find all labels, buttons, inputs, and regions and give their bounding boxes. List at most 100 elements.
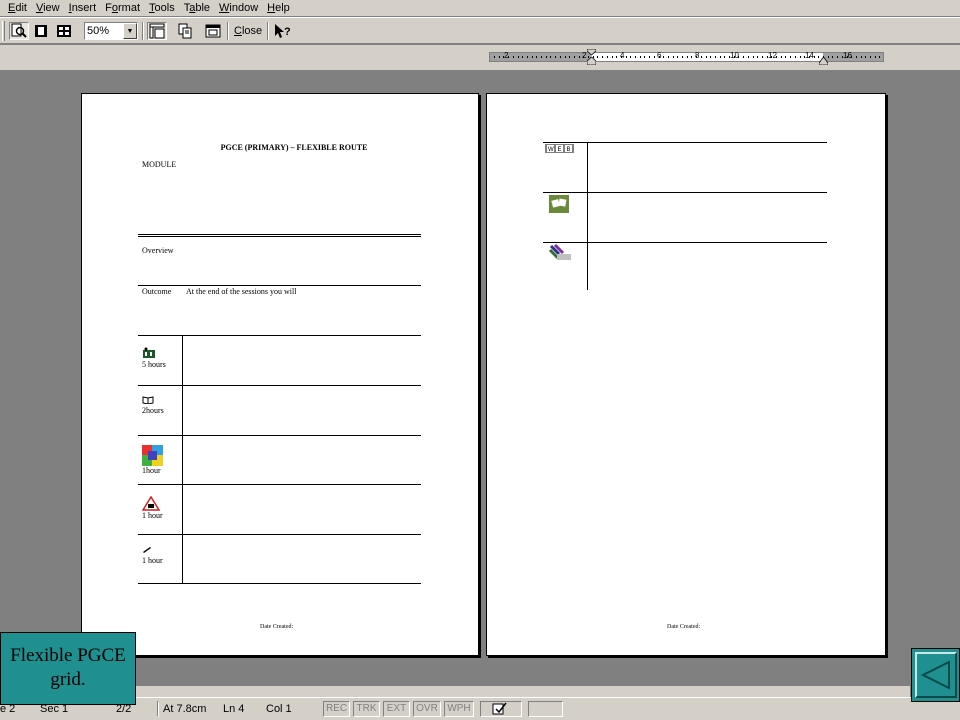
ruler-tick (541, 56, 542, 58)
ruler-tick (827, 56, 829, 58)
ruler-tick (531, 56, 533, 58)
ruler-tick (710, 56, 712, 58)
close-preview-button[interactable]: Close (232, 22, 264, 40)
ruler-tick (658, 56, 660, 58)
status-trk[interactable]: TRK (353, 701, 380, 717)
svg-text:?: ? (284, 26, 291, 38)
access-key-letter: W (219, 2, 230, 14)
row-time-label: 1 hour (142, 556, 163, 565)
ruler-tick (611, 56, 613, 58)
toolbar-separator (267, 22, 269, 40)
ruler-tick (569, 56, 571, 58)
pen-icon (143, 547, 151, 553)
ruler-tick (719, 56, 721, 58)
ruler-tick (757, 56, 759, 58)
access-key-letter: I (68, 2, 72, 14)
ruler-tick (512, 56, 514, 58)
ruler-tick (818, 56, 820, 58)
ruler-tick (517, 56, 519, 58)
access-key-letter: E (8, 2, 16, 14)
ruler-tick (564, 56, 566, 58)
ruler-tick (686, 56, 688, 58)
horizontal-scrollbar[interactable] (0, 686, 910, 697)
ruler-tick (841, 56, 843, 58)
ruler-tick (498, 56, 500, 58)
outcome-label: Outcome (142, 287, 172, 296)
access-key-letter: H (267, 2, 276, 14)
status-ext[interactable]: EXT (383, 701, 410, 717)
view-ruler-button[interactable] (147, 22, 167, 40)
access-key-letter: V (35, 2, 44, 14)
ruler-tick (503, 56, 505, 58)
ruler-tick (620, 56, 622, 58)
ruler-tick (682, 56, 683, 58)
ruler-tick (573, 56, 575, 58)
ruler-tick (677, 56, 679, 58)
chevron-down-icon[interactable]: ▼ (123, 23, 137, 39)
zoom-select[interactable]: 50% ▼ (84, 22, 138, 40)
ruler-tick (729, 56, 730, 58)
menu-help[interactable]: Help (267, 1, 290, 15)
ruler-tick (790, 56, 792, 58)
ruler-tick (837, 56, 839, 58)
magnifier-button[interactable] (9, 22, 29, 40)
ruler-tick (738, 56, 740, 58)
access-key-letter: a (189, 2, 196, 14)
table-rule (138, 484, 421, 485)
one-page-icon (35, 25, 47, 37)
ruler-tick (691, 56, 693, 58)
ruler-tick (635, 56, 636, 58)
back-button-face (914, 652, 957, 698)
horizontal-ruler[interactable]: 2 2 4 6 8 10 12 14 16 (489, 49, 884, 65)
menu-edit[interactable]: Edit (8, 1, 27, 15)
ruler-tick (804, 56, 806, 58)
context-help-icon: ? (275, 24, 291, 38)
row-time-label: 2hours (142, 406, 164, 415)
ruler-tick (559, 56, 561, 58)
menu-table[interactable]: Table (184, 1, 210, 15)
ruler-tick (555, 56, 557, 58)
shrink-to-fit-button[interactable] (175, 22, 195, 40)
ruler-tick (855, 56, 857, 58)
table-rule (138, 385, 421, 386)
status-wph[interactable]: WPH (444, 701, 474, 717)
ruler-tick (874, 56, 876, 58)
dice-icon (549, 195, 569, 213)
book-check-icon (492, 702, 507, 715)
ruler-tick (536, 56, 538, 58)
document-page-2[interactable]: W E B Date Created: (486, 93, 886, 656)
menu-tools[interactable]: Tools (149, 1, 175, 15)
menu-format[interactable]: Format (105, 1, 140, 15)
outcome-text: At the end of the sessions you will (186, 287, 297, 296)
web-icon: W E B (545, 144, 574, 153)
menu-insert[interactable]: Insert (69, 1, 97, 15)
toolbar-separator (227, 22, 229, 40)
context-help-button[interactable]: ? (272, 22, 292, 40)
book-icon (142, 396, 154, 404)
document-page-1[interactable]: PGCE (PRIMARY) – FLEXIBLE ROUTE MODULE O… (81, 93, 479, 656)
multiple-pages-button[interactable] (54, 22, 74, 40)
ruler-tick (667, 56, 669, 58)
table-rule (543, 142, 827, 143)
menu-view[interactable]: View (36, 1, 60, 15)
ruler-tick (606, 56, 608, 58)
pencils-icon (548, 244, 571, 260)
status-rec[interactable]: REC (323, 701, 350, 717)
back-button[interactable] (911, 648, 960, 702)
ruler-tick (743, 56, 745, 58)
menu-window[interactable]: Window (219, 1, 258, 15)
ruler-tick (644, 56, 646, 58)
ruler-tick (813, 56, 815, 58)
warning-triangle-icon (142, 496, 160, 511)
spelling-status[interactable] (480, 701, 522, 717)
ruler-tick (780, 56, 782, 58)
one-page-button[interactable] (31, 22, 51, 40)
shrink-to-fit-icon (178, 23, 192, 39)
ruler-tick (879, 56, 881, 58)
status-ovr[interactable]: OVR (413, 701, 441, 717)
ruler-tick (545, 56, 547, 58)
ruler-tick (602, 56, 604, 58)
ruler-tick (696, 56, 698, 58)
toolbar-grip[interactable] (2, 21, 5, 41)
full-screen-button[interactable] (203, 22, 223, 40)
